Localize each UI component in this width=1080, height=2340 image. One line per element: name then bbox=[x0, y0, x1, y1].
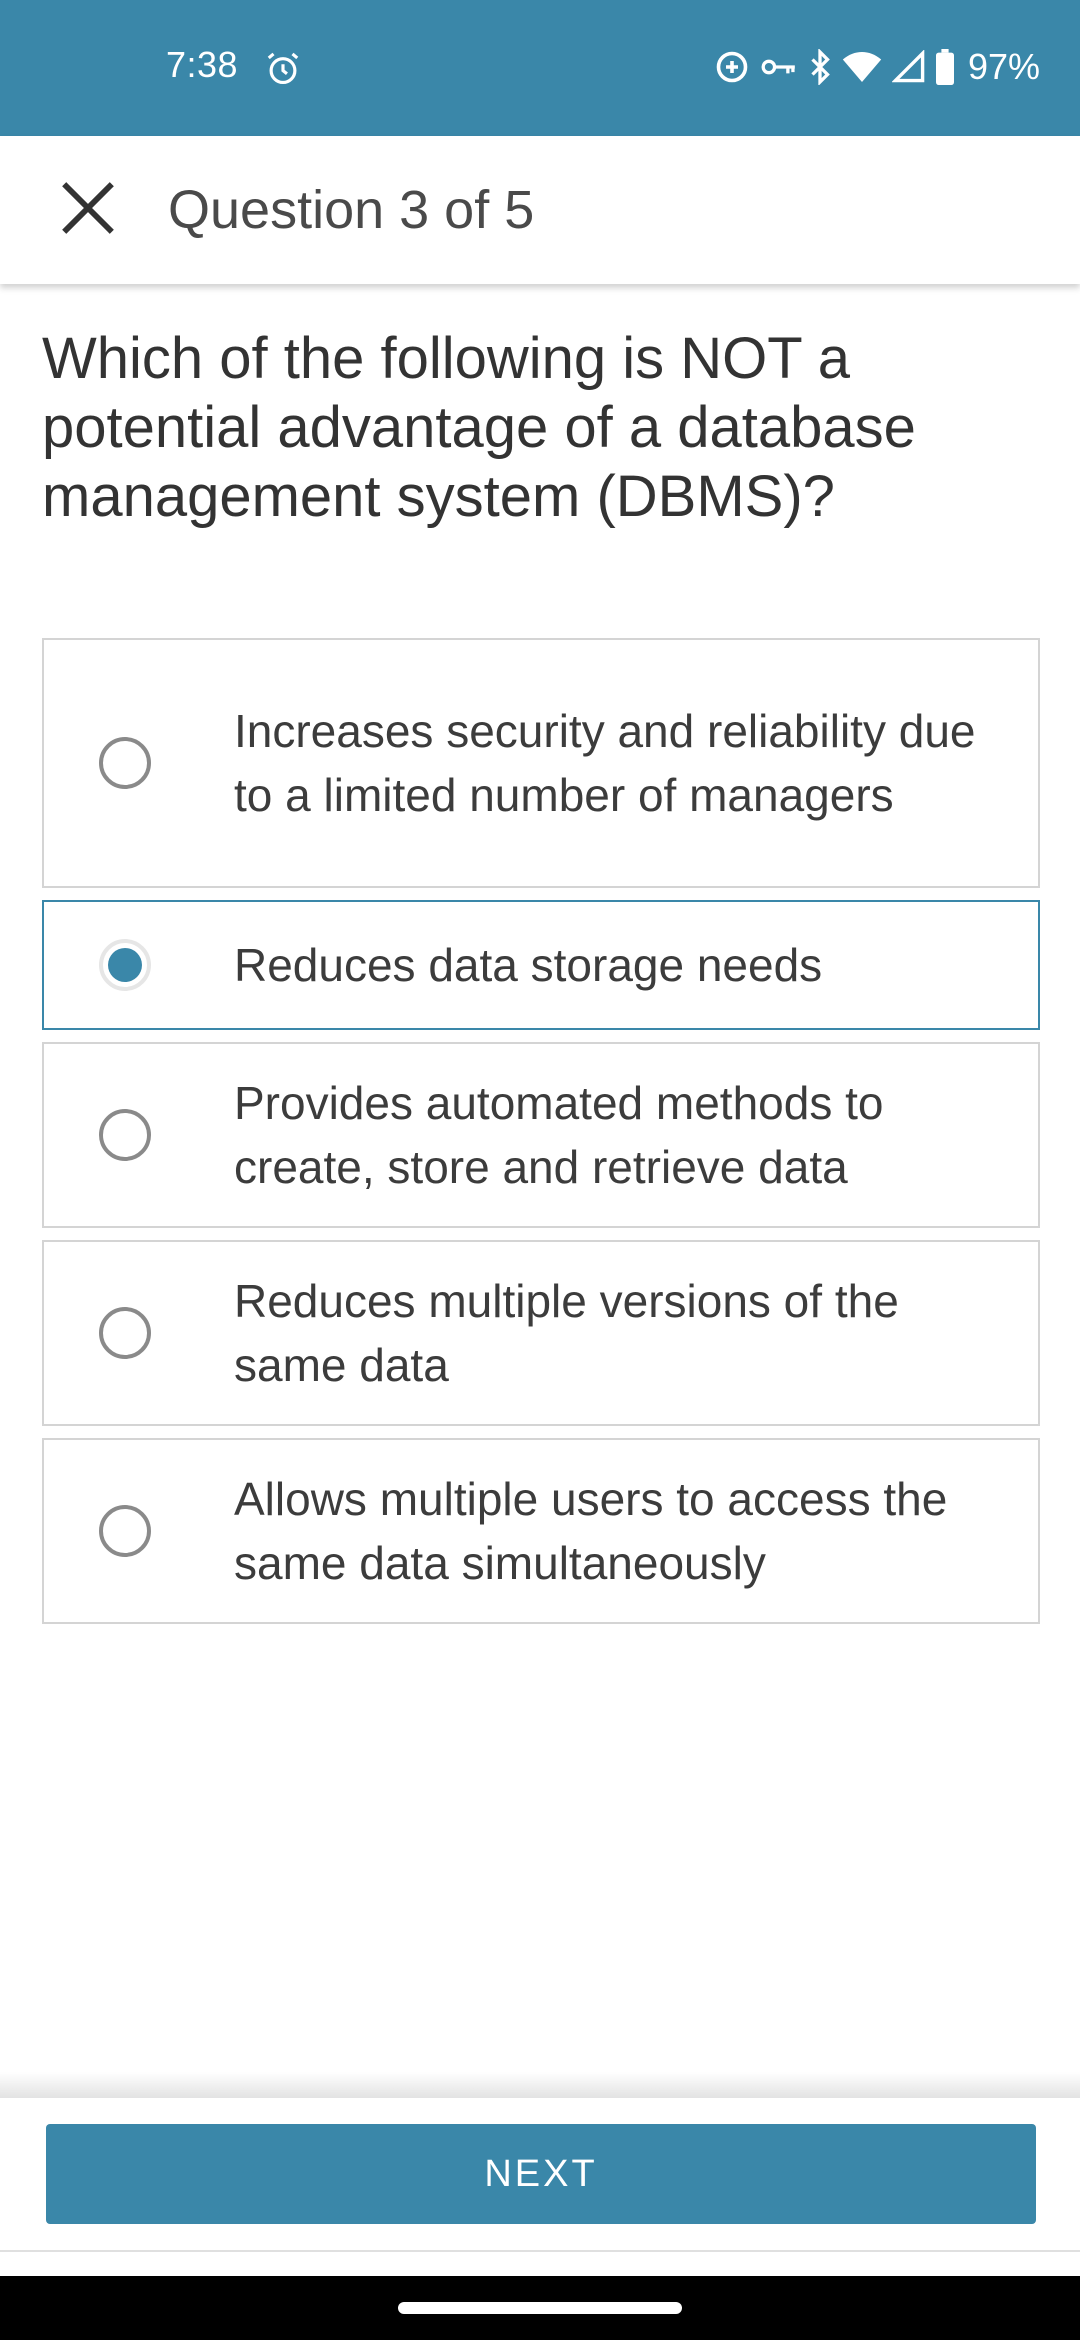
alarm-icon bbox=[264, 50, 302, 88]
answer-option[interactable]: Provides automated methods to create, st… bbox=[42, 1042, 1040, 1228]
bottom-shadow bbox=[0, 2072, 1080, 2100]
answer-option-label: Provides automated methods to create, st… bbox=[234, 1077, 884, 1193]
status-time: 7:38 bbox=[166, 44, 239, 85]
quiz-screen: 7:38 97% Question 3 of 5 Which of the fo… bbox=[0, 0, 1080, 2340]
home-indicator[interactable] bbox=[398, 2302, 682, 2314]
answer-option-label: Reduces data storage needs bbox=[234, 939, 823, 991]
answer-option-label: Increases security and reliability due t… bbox=[234, 705, 976, 821]
radio-button[interactable] bbox=[99, 1505, 151, 1557]
app-bar bbox=[0, 136, 1080, 284]
bluetooth-icon bbox=[808, 49, 832, 85]
close-button[interactable] bbox=[56, 176, 120, 240]
radio-button-selected[interactable] bbox=[99, 939, 151, 991]
radio-selected-dot bbox=[108, 948, 142, 982]
cell-signal-icon bbox=[891, 50, 926, 84]
status-icons: 97% bbox=[714, 46, 1040, 88]
answer-option-selected[interactable]: Reduces data storage needs bbox=[42, 900, 1040, 1030]
system-nav-bar bbox=[0, 2276, 1080, 2340]
data-saver-icon bbox=[714, 49, 750, 85]
question-text: Which of the following is NOT a potentia… bbox=[42, 326, 916, 529]
vpn-key-icon bbox=[760, 52, 798, 82]
next-button[interactable]: NEXT bbox=[46, 2124, 1036, 2224]
radio-button[interactable] bbox=[99, 1109, 151, 1161]
status-bar: 7:38 97% bbox=[0, 0, 1080, 136]
answer-option[interactable]: Reduces multiple versions of the same da… bbox=[42, 1240, 1040, 1426]
page-title: Question 3 of 5 bbox=[168, 180, 535, 240]
battery-percent: 97% bbox=[967, 46, 1040, 87]
close-icon bbox=[62, 182, 114, 234]
answer-options: Increases security and reliability due t… bbox=[42, 638, 1040, 1636]
answer-option[interactable]: Allows multiple users to access the same… bbox=[42, 1438, 1040, 1624]
radio-button[interactable] bbox=[99, 1307, 151, 1359]
answer-option-label: Allows multiple users to access the same… bbox=[234, 1473, 948, 1589]
wifi-icon bbox=[842, 50, 882, 84]
answer-option[interactable]: Increases security and reliability due t… bbox=[42, 638, 1040, 888]
radio-button[interactable] bbox=[99, 737, 151, 789]
battery-icon bbox=[935, 49, 954, 85]
answer-option-label: Reduces multiple versions of the same da… bbox=[234, 1275, 899, 1391]
